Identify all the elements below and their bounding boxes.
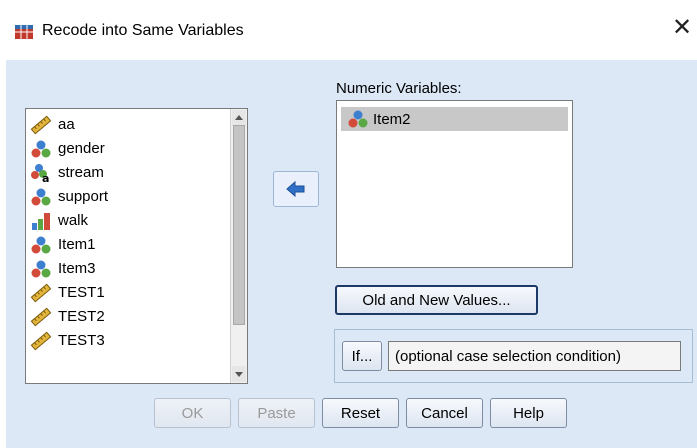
old-and-new-values-label: Old and New Values... bbox=[362, 291, 511, 309]
scale-ruler-icon bbox=[30, 307, 52, 327]
source-variable-list[interactable]: aa gender a stream support walk Item1 It… bbox=[25, 108, 248, 384]
scale-ruler-icon bbox=[30, 115, 52, 135]
close-icon[interactable]: ✕ bbox=[672, 16, 692, 40]
chevron-down-icon bbox=[235, 372, 243, 377]
variable-name: TEST2 bbox=[58, 308, 105, 325]
nominal-icon bbox=[31, 188, 51, 206]
list-item[interactable]: support bbox=[30, 185, 108, 209]
window-title: Recode into Same Variables bbox=[42, 22, 244, 39]
numeric-variables-label: Numeric Variables: bbox=[336, 80, 462, 97]
help-button-label: Help bbox=[513, 404, 544, 422]
variable-name: TEST1 bbox=[58, 284, 105, 301]
variable-name: TEST3 bbox=[58, 332, 105, 349]
list-item[interactable]: aa bbox=[30, 113, 75, 137]
list-item[interactable]: walk bbox=[30, 209, 88, 233]
old-and-new-values-button[interactable]: Old and New Values... bbox=[335, 285, 538, 315]
variable-name: Item2 bbox=[373, 110, 411, 128]
help-button[interactable]: Help bbox=[490, 398, 567, 428]
cancel-button[interactable]: Cancel bbox=[406, 398, 483, 428]
scroll-down-arrow[interactable] bbox=[232, 366, 246, 382]
if-button[interactable]: If... bbox=[342, 341, 382, 371]
nominal-icon bbox=[348, 110, 368, 128]
paste-button[interactable]: Paste bbox=[238, 398, 315, 428]
string-nominal-icon: a bbox=[31, 164, 49, 183]
scrollbar-thumb[interactable] bbox=[233, 125, 245, 325]
nominal-icon bbox=[31, 236, 51, 254]
case-selection-condition-field: (optional case selection condition) bbox=[388, 341, 681, 371]
variable-name: aa bbox=[58, 116, 75, 133]
variable-name: support bbox=[58, 188, 109, 205]
spss-app-icon bbox=[15, 25, 33, 39]
numeric-variables-list[interactable]: Item2 bbox=[336, 100, 573, 268]
vertical-scrollbar[interactable] bbox=[230, 109, 247, 383]
variable-name: Item1 bbox=[58, 236, 96, 253]
arrow-left-icon bbox=[286, 180, 305, 198]
move-to-target-button[interactable] bbox=[273, 171, 319, 207]
list-item[interactable]: Item3 bbox=[30, 257, 96, 281]
list-item[interactable]: a stream bbox=[30, 161, 104, 185]
scroll-up-arrow[interactable] bbox=[232, 110, 246, 126]
ok-button[interactable]: OK bbox=[154, 398, 231, 428]
ok-button-label: OK bbox=[181, 404, 204, 422]
chevron-up-icon bbox=[235, 115, 243, 120]
variable-name: stream bbox=[58, 164, 104, 181]
variable-name: gender bbox=[58, 140, 105, 157]
if-button-label: If... bbox=[351, 347, 373, 365]
nominal-icon bbox=[31, 140, 51, 158]
reset-button-label: Reset bbox=[340, 404, 381, 422]
reset-button[interactable]: Reset bbox=[322, 398, 399, 428]
list-item[interactable]: Item1 bbox=[30, 233, 96, 257]
scale-ruler-icon bbox=[30, 331, 52, 351]
list-item-selected[interactable]: Item2 bbox=[341, 107, 568, 131]
list-item[interactable]: gender bbox=[30, 137, 105, 161]
svg-text:a: a bbox=[42, 172, 49, 183]
paste-button-label: Paste bbox=[257, 404, 296, 422]
variable-name: Item3 bbox=[58, 260, 96, 277]
list-item[interactable]: TEST3 bbox=[30, 329, 105, 353]
nominal-icon bbox=[31, 260, 51, 278]
ordinal-icon bbox=[32, 213, 50, 230]
condition-text: (optional case selection condition) bbox=[395, 347, 621, 365]
list-item[interactable]: TEST1 bbox=[30, 281, 105, 305]
scale-ruler-icon bbox=[30, 283, 52, 303]
title-bar: Recode into Same Variables ✕ bbox=[0, 0, 697, 60]
list-item[interactable]: TEST2 bbox=[30, 305, 105, 329]
variable-name: walk bbox=[58, 212, 89, 229]
cancel-button-label: Cancel bbox=[421, 404, 468, 422]
